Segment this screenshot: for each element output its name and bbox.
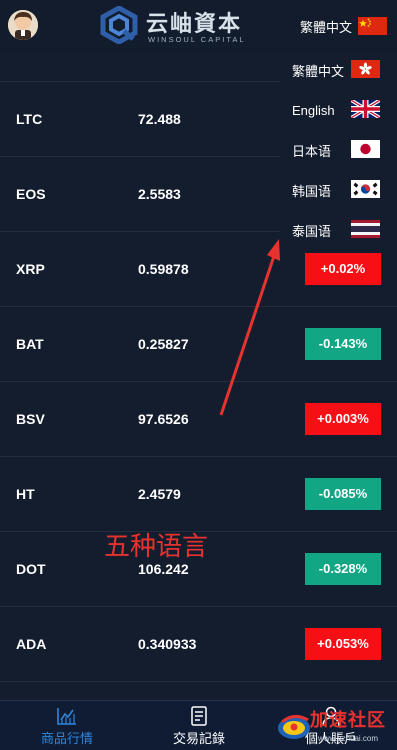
current-language-label: 繁體中文 [299,19,352,35]
language-option-japanese[interactable]: 日本语 [292,138,392,162]
language-option-label: 泰国语 [292,223,332,239]
top-bar: 云岫資本 WINSOUL CAPITAL 繁體中文 [0,0,397,52]
nav-label: 交易記錄 [172,731,225,746]
coin-price: 106.242 [138,561,189,577]
change-badge: -0.143% [305,328,381,360]
brand-logo: 云岫資本 WINSOUL CAPITAL [100,4,250,48]
coin-price: 2.5583 [138,186,181,202]
language-option-traditional-chinese[interactable]: 繁體中文 [292,58,392,82]
language-option-thai[interactable]: 泰国语 [292,218,392,242]
language-option-label: 日本语 [292,143,332,159]
change-badge: +0.003% [305,403,381,435]
avatar-icon [8,10,38,40]
change-badge: +0.02% [305,253,381,285]
language-option-label: English [292,102,335,118]
change-badge: -0.085% [305,478,381,510]
annotation-label: 五种语言 [104,531,209,561]
language-dropdown: 繁體中文 English 日本语 韩国语 泰国语 [280,52,397,248]
nav-trade-records[interactable]: 交易記錄 [154,705,244,749]
hong-kong-flag-icon [351,60,380,78]
language-selector[interactable]: 繁體中文 [300,16,387,36]
chart-icon [57,708,76,725]
japan-flag-icon [351,140,380,158]
coin-symbol: BAT [16,336,44,352]
change-badge: -0.328% [305,553,381,585]
change-badge: +0.053% [305,628,381,660]
market-row[interactable]: BSV 97.6526 +0.003% [0,382,397,457]
coin-symbol: XRP [16,261,45,277]
language-option-korean[interactable]: 韩国语 [292,178,392,202]
language-option-english[interactable]: English [292,98,392,122]
coin-price: 0.340933 [138,636,197,652]
coin-symbol: BSV [16,411,45,427]
nav-market[interactable]: 商品行情 [22,705,112,749]
coin-symbol: HT [16,486,35,502]
china-flag-icon [358,17,387,35]
korea-flag-icon [351,180,380,198]
watermark-url: www.pzhuai.com [318,734,379,743]
coin-price: 2.4579 [138,486,181,502]
watermark-text: 加速社区 [310,710,386,731]
thailand-flag-icon [351,220,380,238]
nav-label: 商品行情 [40,731,93,746]
coin-price: 72.488 [138,111,181,127]
coin-price: 0.59878 [138,261,189,277]
site-watermark: 加速社区 www.pzhuai.com [274,700,396,750]
coin-symbol: ADA [16,636,47,652]
market-row[interactable]: HT 2.4579 -0.085% [0,457,397,532]
document-icon [191,706,207,726]
logo-mark-icon [100,6,138,44]
uk-flag-icon [351,100,380,118]
market-row[interactable]: ADA 0.340933 +0.053% [0,607,397,682]
language-option-label: 繁體中文 [292,63,345,79]
coin-symbol: DOT [16,561,46,577]
language-option-label: 韩国语 [292,183,332,199]
coin-price: 97.6526 [138,411,189,427]
watermark-logo-icon [278,715,310,739]
coin-symbol: EOS [16,186,46,202]
logo-english-text: WINSOUL CAPITAL [148,35,246,44]
logo-chinese-text: 云岫資本 [146,11,243,37]
coin-symbol: LTC [16,111,43,127]
market-row[interactable]: BAT 0.25827 -0.143% [0,307,397,382]
annotation-arrow-icon [219,239,280,416]
coin-price: 0.25827 [138,336,189,352]
avatar[interactable] [8,10,38,40]
